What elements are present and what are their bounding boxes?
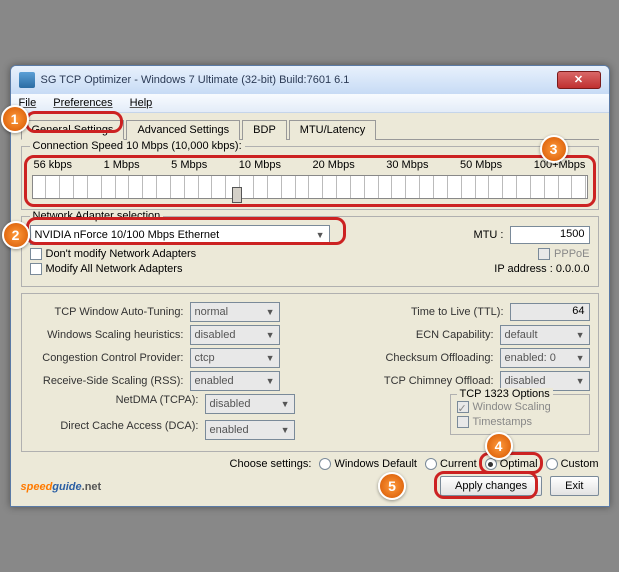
radio-optimal[interactable]: Optimal: [485, 458, 538, 470]
dont-modify-checkbox[interactable]: Don't modify Network Adapters: [30, 248, 197, 260]
heuristics-label: Windows Scaling heuristics:: [30, 329, 190, 341]
adapter-group-title: Network Adapter selection: [30, 210, 164, 222]
speedguide-logo: speedguide.net: [21, 477, 102, 495]
adapter-group: Network Adapter selection 2 NVIDIA nForc…: [21, 216, 599, 287]
rss-label: Receive-Side Scaling (RSS):: [30, 375, 190, 387]
rss-select[interactable]: enabled▼: [190, 371, 280, 391]
modify-all-checkbox[interactable]: Modify All Network Adapters: [30, 263, 183, 275]
congestion-label: Congestion Control Provider:: [30, 352, 190, 364]
ecn-select[interactable]: default▼: [500, 325, 590, 345]
tab-mtu[interactable]: MTU/Latency: [289, 120, 376, 140]
apply-button[interactable]: Apply changes: [440, 476, 542, 496]
chksum-select[interactable]: enabled: 0▼: [500, 348, 590, 368]
dca-select[interactable]: enabled▼: [205, 420, 295, 440]
window-scaling-checkbox[interactable]: ✓Window Scaling: [457, 401, 583, 413]
settings-group: TCP Window Auto-Tuning:normal▼ Time to L…: [21, 293, 599, 452]
choose-label: Choose settings:: [230, 458, 312, 470]
menu-help[interactable]: Help: [130, 97, 153, 109]
speed-group-title: Connection Speed 10 Mbps (10,000 kbps):: [30, 140, 245, 152]
radio-current[interactable]: Current: [425, 458, 477, 470]
tick-0: 56 kbps: [34, 159, 73, 171]
callout-2: 2: [2, 221, 30, 249]
tab-bar: General Settings Advanced Settings BDP M…: [21, 119, 599, 140]
tab-general[interactable]: General Settings: [21, 120, 125, 140]
netdma-select[interactable]: disabled▼: [205, 394, 295, 414]
tick-6: 50 Mbps: [460, 159, 502, 171]
timestamps-checkbox[interactable]: Timestamps: [457, 416, 583, 428]
ttl-field[interactable]: 64: [510, 303, 590, 321]
tick-4: 20 Mbps: [313, 159, 355, 171]
tick-3: 10 Mbps: [239, 159, 281, 171]
autotuning-label: TCP Window Auto-Tuning:: [30, 306, 190, 318]
ecn-label: ECN Capability:: [340, 329, 500, 341]
dca-label: Direct Cache Access (DCA):: [45, 420, 205, 440]
autotuning-select[interactable]: normal▼: [190, 302, 280, 322]
tick-1: 1 Mbps: [104, 159, 140, 171]
menubar: File Preferences Help: [11, 94, 609, 113]
pppoe-checkbox[interactable]: PPPoE: [538, 248, 589, 260]
slider-labels: 56 kbps 1 Mbps 5 Mbps 10 Mbps 20 Mbps 30…: [30, 159, 590, 171]
radio-default[interactable]: Windows Default: [319, 458, 417, 470]
adapter-selected: NVIDIA nForce 10/100 Mbps Ethernet: [35, 229, 220, 241]
tick-5: 30 Mbps: [386, 159, 428, 171]
adapter-select[interactable]: NVIDIA nForce 10/100 Mbps Ethernet ▼: [30, 225, 330, 245]
heuristics-select[interactable]: disabled▼: [190, 325, 280, 345]
congestion-select[interactable]: ctcp▼: [190, 348, 280, 368]
tick-2: 5 Mbps: [171, 159, 207, 171]
chksum-label: Checksum Offloading:: [340, 352, 500, 364]
speed-slider[interactable]: [32, 175, 588, 199]
exit-button[interactable]: Exit: [550, 476, 598, 496]
tab-advanced[interactable]: Advanced Settings: [126, 120, 240, 140]
tcp1323-group: TCP 1323 Options ✓Window Scaling Timesta…: [450, 394, 590, 435]
close-button[interactable]: ✕: [557, 71, 601, 89]
callout-5: 5: [378, 472, 406, 500]
content-area: 1 General Settings Advanced Settings BDP…: [11, 113, 609, 506]
app-icon: [19, 72, 35, 88]
choose-settings-row: Choose settings: Windows Default Current…: [21, 458, 599, 470]
netdma-label: NetDMA (TCPA):: [45, 394, 205, 414]
tcp1323-title: TCP 1323 Options: [457, 388, 553, 400]
radio-custom[interactable]: Custom: [546, 458, 599, 470]
dropdown-arrow-icon: ▼: [316, 230, 325, 240]
menu-file[interactable]: File: [19, 97, 37, 109]
chimney-label: TCP Chimney Offload:: [340, 375, 500, 387]
ip-address-label: IP address : 0.0.0.0: [366, 263, 590, 275]
ttl-label: Time to Live (TTL):: [350, 306, 510, 318]
slider-thumb[interactable]: [232, 187, 242, 203]
speed-group: Connection Speed 10 Mbps (10,000 kbps): …: [21, 146, 599, 210]
mtu-label: MTU :: [474, 229, 504, 241]
mtu-field[interactable]: 1500: [510, 226, 590, 244]
titlebar[interactable]: SG TCP Optimizer - Windows 7 Ultimate (3…: [11, 66, 609, 94]
logo-row: speedguide.net 5 Apply changes Exit: [21, 476, 599, 496]
menu-preferences[interactable]: Preferences: [53, 97, 112, 109]
tick-7: 100+Mbps: [534, 159, 586, 171]
tab-bdp[interactable]: BDP: [242, 120, 287, 140]
app-window: SG TCP Optimizer - Windows 7 Ultimate (3…: [10, 65, 610, 507]
window-title: SG TCP Optimizer - Windows 7 Ultimate (3…: [41, 74, 557, 86]
